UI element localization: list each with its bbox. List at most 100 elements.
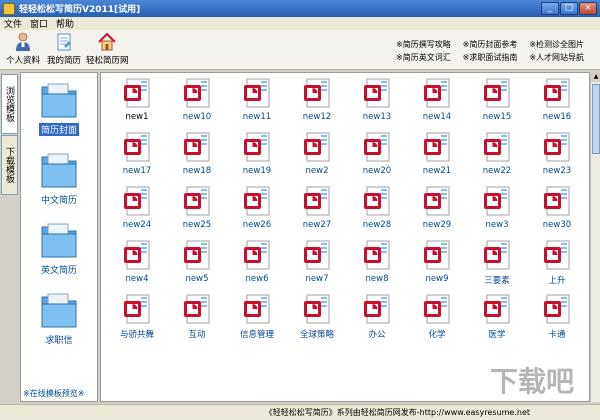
window-title: 轻轻松松写简历V2011[试用] <box>19 5 141 15</box>
resume-doc-icon <box>304 294 330 324</box>
folder-chinese[interactable]: 中文简历 <box>21 149 97 206</box>
folder-english[interactable]: 英文简历 <box>21 219 97 276</box>
resume-doc-icon <box>364 78 390 108</box>
template-tile[interactable]: 办公 <box>347 293 407 347</box>
template-tile[interactable]: new22 <box>467 131 527 185</box>
folder-label: 求职信 <box>45 336 73 346</box>
website-button[interactable]: 轻松简历网 <box>86 32 129 66</box>
house-icon <box>98 32 116 51</box>
vertical-tabs: 浏览模板 下载模板 <box>0 72 19 402</box>
template-label: new29 <box>422 220 452 230</box>
resume-doc-icon <box>244 240 270 270</box>
template-tile[interactable]: new24 <box>107 185 167 239</box>
template-tile[interactable]: new16 <box>527 77 587 131</box>
minimize-button[interactable]: _ <box>541 2 559 15</box>
template-tile[interactable]: new7 <box>287 239 347 293</box>
template-tile[interactable]: new28 <box>347 185 407 239</box>
category-panel: 简历封面 中文简历 英文简历 求职信 ※在线模板预览※ <box>20 72 98 402</box>
template-tile[interactable]: new18 <box>167 131 227 185</box>
folder-cover-letter[interactable]: 求职信 <box>21 289 97 346</box>
template-tile[interactable]: 医学 <box>467 293 527 347</box>
template-tile[interactable]: 上升 <box>527 239 587 293</box>
template-tile[interactable]: new4 <box>107 239 167 293</box>
tab-download-templates[interactable]: 下载模板 <box>1 135 18 195</box>
resume-doc-icon <box>484 294 510 324</box>
template-tile[interactable]: 全球策略 <box>287 293 347 347</box>
template-tile[interactable]: 信息管理 <box>227 293 287 347</box>
template-label: new27 <box>302 220 332 230</box>
tab-browse-templates[interactable]: 浏览模板 <box>1 74 18 134</box>
my-resume-label: 我的简历 <box>47 56 82 66</box>
template-tile[interactable]: new11 <box>227 77 287 131</box>
resume-doc-icon <box>424 78 450 108</box>
template-label: 办公 <box>368 330 386 340</box>
template-label: 医学 <box>488 330 506 340</box>
template-tile[interactable]: new5 <box>167 239 227 293</box>
template-tile[interactable]: new14 <box>407 77 467 131</box>
link-english-vocab[interactable]: ※简历英文词汇 <box>396 52 463 63</box>
resume-doc-icon <box>184 294 210 324</box>
link-photo-check[interactable]: ※检测诊全图片 <box>529 39 596 50</box>
template-tile[interactable]: new27 <box>287 185 347 239</box>
template-tile[interactable]: new19 <box>227 131 287 185</box>
resume-doc-icon <box>544 78 570 108</box>
resume-doc-icon <box>244 186 270 216</box>
menu-help[interactable]: 帮助 <box>52 17 78 30</box>
template-tile[interactable]: new15 <box>467 77 527 131</box>
template-label: new13 <box>362 112 392 122</box>
close-button[interactable]: × <box>579 2 597 15</box>
template-tile[interactable]: new17 <box>107 131 167 185</box>
title-bar: 轻轻松松写简历V2011[试用] _ □ × <box>0 0 600 17</box>
template-label: new24 <box>122 220 152 230</box>
template-tile[interactable]: new12 <box>287 77 347 131</box>
resume-doc-icon <box>124 240 150 270</box>
template-tile[interactable]: new29 <box>407 185 467 239</box>
template-label: new17 <box>122 166 152 176</box>
menu-file[interactable]: 文件 <box>0 17 26 30</box>
menu-window[interactable]: 窗口 <box>26 17 52 30</box>
template-tile[interactable]: 卡通 <box>527 293 587 347</box>
help-links: ※简历撰写攻略 ※简历封面参考 ※检测诊全图片 ※简历英文词汇 ※求职面试指南 … <box>396 39 596 63</box>
template-label: new3 <box>485 220 509 230</box>
template-tile[interactable]: new25 <box>167 185 227 239</box>
template-label: new30 <box>542 220 572 230</box>
folder-label: 中文简历 <box>40 196 77 206</box>
template-label: 与骄共舞 <box>119 330 154 340</box>
profile-button[interactable]: 个人资料 <box>6 32 40 66</box>
folder-cover[interactable]: 简历封面 <box>21 79 97 136</box>
template-tile[interactable]: new2 <box>287 131 347 185</box>
template-tile[interactable]: new13 <box>347 77 407 131</box>
link-resume-tips[interactable]: ※简历撰写攻略 <box>396 39 463 50</box>
template-tile[interactable]: new6 <box>227 239 287 293</box>
template-tile[interactable]: 与骄共舞 <box>107 293 167 347</box>
template-tile[interactable]: new30 <box>527 185 587 239</box>
vertical-scrollbar[interactable]: ▲ <box>590 72 600 402</box>
online-preview-link[interactable]: ※在线模板预览※ <box>23 388 84 399</box>
link-interview-guide[interactable]: ※求职面试指南 <box>463 52 530 63</box>
template-tile[interactable]: new3 <box>467 185 527 239</box>
scroll-up-icon[interactable]: ▲ <box>591 72 600 82</box>
my-resume-button[interactable]: 我的简历 <box>47 32 81 66</box>
template-tile[interactable]: 化学 <box>407 293 467 347</box>
template-tile[interactable]: new10 <box>167 77 227 131</box>
scroll-thumb[interactable] <box>592 84 600 154</box>
template-tile[interactable]: new9 <box>407 239 467 293</box>
template-label: new2 <box>305 166 329 176</box>
template-tile[interactable]: new21 <box>407 131 467 185</box>
maximize-button[interactable]: □ <box>560 2 578 15</box>
link-cover-reference[interactable]: ※简历封面参考 <box>463 39 530 50</box>
app-icon <box>3 2 15 15</box>
folder-label: 英文简历 <box>40 266 77 276</box>
folder-icon <box>41 293 77 328</box>
template-label: new10 <box>182 112 212 122</box>
template-tile[interactable]: new8 <box>347 239 407 293</box>
link-job-sites[interactable]: ※人才网站导航 <box>529 52 596 63</box>
template-tile[interactable]: 互动 <box>167 293 227 347</box>
resume-doc-icon <box>364 240 390 270</box>
template-tile[interactable]: new26 <box>227 185 287 239</box>
template-tile[interactable]: new1 <box>107 77 167 131</box>
template-tile[interactable]: new23 <box>527 131 587 185</box>
template-tile[interactable]: 三要素 <box>467 239 527 293</box>
document-icon <box>57 33 71 51</box>
template-tile[interactable]: new20 <box>347 131 407 185</box>
